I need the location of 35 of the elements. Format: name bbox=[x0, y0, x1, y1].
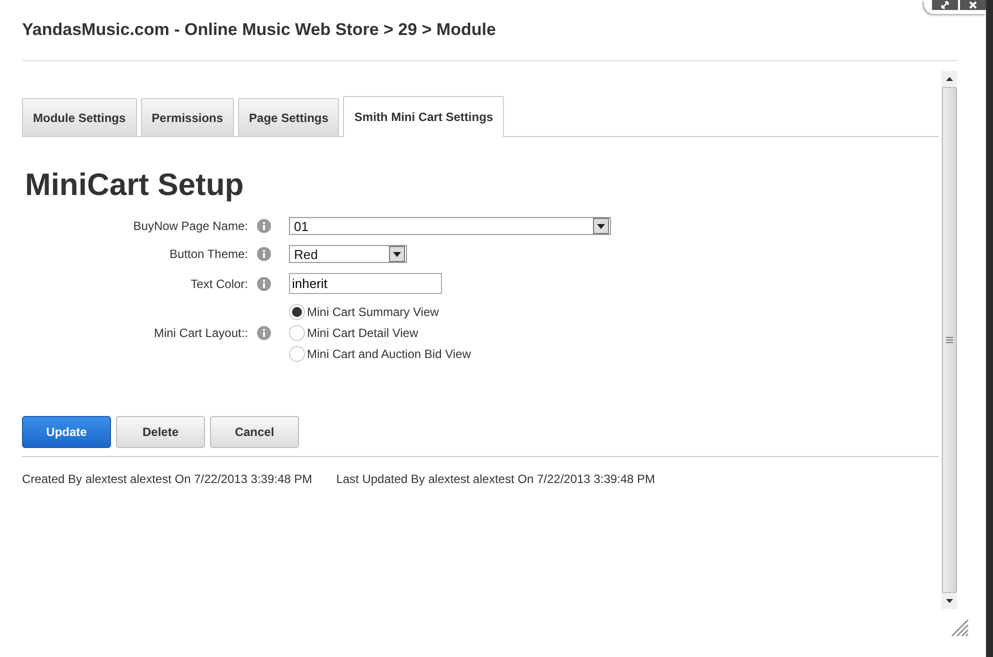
dropdown[interactable]: Red bbox=[289, 245, 407, 263]
resize-grip-icon[interactable] bbox=[950, 618, 970, 638]
info-icon[interactable] bbox=[257, 276, 271, 290]
action-button[interactable]: Cancel bbox=[210, 416, 299, 448]
info-icon[interactable] bbox=[257, 247, 271, 261]
field-label: Text Color: bbox=[190, 276, 248, 290]
grip-lines-icon bbox=[946, 337, 952, 343]
radio-label[interactable]: Mini Cart Detail View bbox=[307, 326, 418, 340]
dialog-title: YandasMusic.com - Online Music Web Store > 29 > Module bbox=[22, 20, 497, 40]
tab[interactable]: Permissions bbox=[140, 98, 234, 136]
radio-button[interactable] bbox=[289, 304, 305, 320]
scroll-down-icon[interactable] bbox=[946, 599, 952, 603]
tab[interactable]: Page Settings bbox=[238, 98, 340, 136]
tab[interactable]: Module Settings bbox=[22, 98, 137, 136]
tab[interactable]: Smith Mini Cart Settings bbox=[343, 96, 504, 137]
dropdown[interactable]: 01 bbox=[289, 217, 611, 235]
scroll-up-icon[interactable] bbox=[946, 77, 952, 81]
updated-info: Last Updated By alextest alextest On 7/22/2013 3:39:48 PM bbox=[336, 472, 656, 486]
action-button[interactable]: Delete bbox=[116, 416, 205, 448]
radio-label[interactable]: Mini Cart Summary View bbox=[307, 305, 439, 319]
radio-label[interactable]: Mini Cart and Auction Bid View bbox=[307, 347, 471, 361]
radio-button[interactable] bbox=[289, 325, 305, 341]
created-info: Created By alextest alextest On 7/22/2013 3:39:48 PM bbox=[22, 472, 312, 486]
info-icon[interactable] bbox=[257, 219, 271, 233]
field-label: Button Theme: bbox=[168, 247, 248, 261]
text-color-field[interactable]: inherit bbox=[289, 273, 442, 294]
resize-icon[interactable] bbox=[932, 0, 958, 10]
action-button[interactable]: Update bbox=[22, 416, 111, 448]
field-label: Mini Cart Layout:: bbox=[152, 326, 248, 340]
field-label: BuyNow Page Name: bbox=[132, 219, 248, 233]
scrollbar[interactable] bbox=[941, 71, 957, 609]
close-icon[interactable] bbox=[960, 0, 986, 10]
section-heading: MiniCart Setup bbox=[25, 167, 245, 203]
info-icon[interactable] bbox=[257, 326, 271, 340]
radio-button[interactable] bbox=[289, 346, 305, 362]
